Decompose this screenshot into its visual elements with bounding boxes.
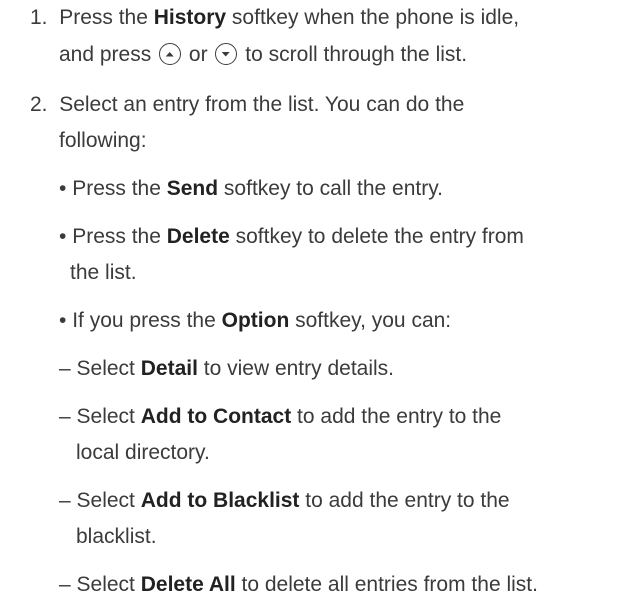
bullet-item-send: • Press the Send softkey to call the ent… — [59, 177, 443, 200]
step-1-line-2: and press or to scroll through the list. — [59, 43, 468, 66]
dash-marker: – — [59, 357, 71, 380]
option-name: Delete All — [140, 573, 236, 596]
subitem-add-to-contact: – Select Add to Contact to add the entry… — [59, 405, 502, 428]
bullet-marker: • — [59, 177, 67, 200]
option-name: Detail — [140, 357, 198, 380]
bullet-marker: • — [59, 225, 67, 248]
bullet-item-delete: • Press the Delete softkey to delete the… — [59, 225, 524, 248]
dash-marker: – — [59, 489, 71, 512]
subitem-add-to-blacklist: – Select Add to Blacklist to add the ent… — [59, 489, 510, 512]
subitem-add-to-contact-cont: local directory. — [76, 441, 210, 464]
step-2-line-1: 2. Select an entry from the list. You ca… — [30, 93, 465, 116]
softkey-name: Option — [221, 309, 290, 332]
softkey-name: Delete — [166, 225, 230, 248]
option-name: Add to Contact — [140, 405, 292, 428]
subitem-delete-all: – Select Delete All to delete all entrie… — [59, 573, 538, 596]
down-key-icon — [215, 43, 238, 65]
up-key-icon — [159, 43, 182, 65]
step-number: 1. — [30, 6, 48, 29]
bullet-item-delete-cont: the list. — [70, 261, 137, 284]
bullet-item-option: • If you press the Option softkey, you c… — [59, 309, 452, 332]
bullet-marker: • — [59, 309, 67, 332]
step-number: 2. — [30, 93, 48, 116]
softkey-name: Send — [166, 177, 219, 200]
subitem-detail: – Select Detail to view entry details. — [59, 357, 395, 380]
dash-marker: – — [59, 573, 71, 596]
option-name: Add to Blacklist — [140, 489, 300, 512]
step-2-line-2: following: — [59, 129, 147, 152]
softkey-name: History — [153, 6, 227, 29]
step-1-line-1: 1. Press the History softkey when the ph… — [30, 6, 520, 29]
instruction-page: 1. Press the History softkey when the ph… — [0, 0, 642, 611]
dash-marker: – — [59, 405, 71, 428]
subitem-add-to-blacklist-cont: blacklist. — [76, 525, 157, 548]
